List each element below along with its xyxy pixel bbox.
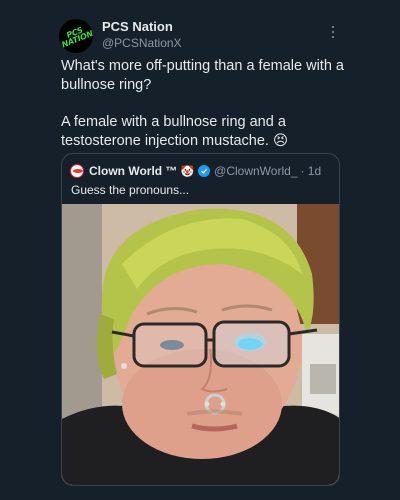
quoted-tweet-card[interactable]: Clown World ™ 🤡 @ClownWorld_ · 1d Guess … bbox=[61, 153, 340, 486]
quoted-author-name[interactable]: Clown World ™ bbox=[89, 164, 177, 178]
author-handle[interactable]: @PCSNationX bbox=[102, 36, 182, 50]
quoted-author-handle[interactable]: @ClownWorld_ bbox=[214, 164, 297, 178]
quoted-author-avatar[interactable] bbox=[70, 164, 84, 178]
quoted-photo[interactable] bbox=[62, 204, 339, 485]
profile-avatar[interactable]: PCS NATION bbox=[59, 19, 93, 53]
more-options-icon[interactable] bbox=[328, 23, 338, 41]
tweet-paragraph: A female with a bullnose ring and a test… bbox=[61, 114, 289, 149]
avatar-logo-text: PCS NATION bbox=[60, 25, 93, 50]
quoted-tweet-text: Guess the pronouns... bbox=[71, 183, 190, 197]
clown-emoji-icon: 🤡 bbox=[180, 165, 195, 178]
tweet-paragraph: What's more off-putting than a female wi… bbox=[61, 58, 344, 93]
author-display-name[interactable]: PCS Nation bbox=[102, 19, 173, 34]
quoted-timestamp[interactable]: · 1d bbox=[300, 164, 321, 178]
verified-badge-icon bbox=[198, 165, 211, 177]
selfie-photo-image bbox=[62, 204, 339, 485]
quoted-tweet-header: Clown World ™ 🤡 @ClownWorld_ · 1d bbox=[70, 163, 321, 179]
tweet: PCS NATION PCS Nation @PCSNationX What's… bbox=[0, 0, 400, 500]
